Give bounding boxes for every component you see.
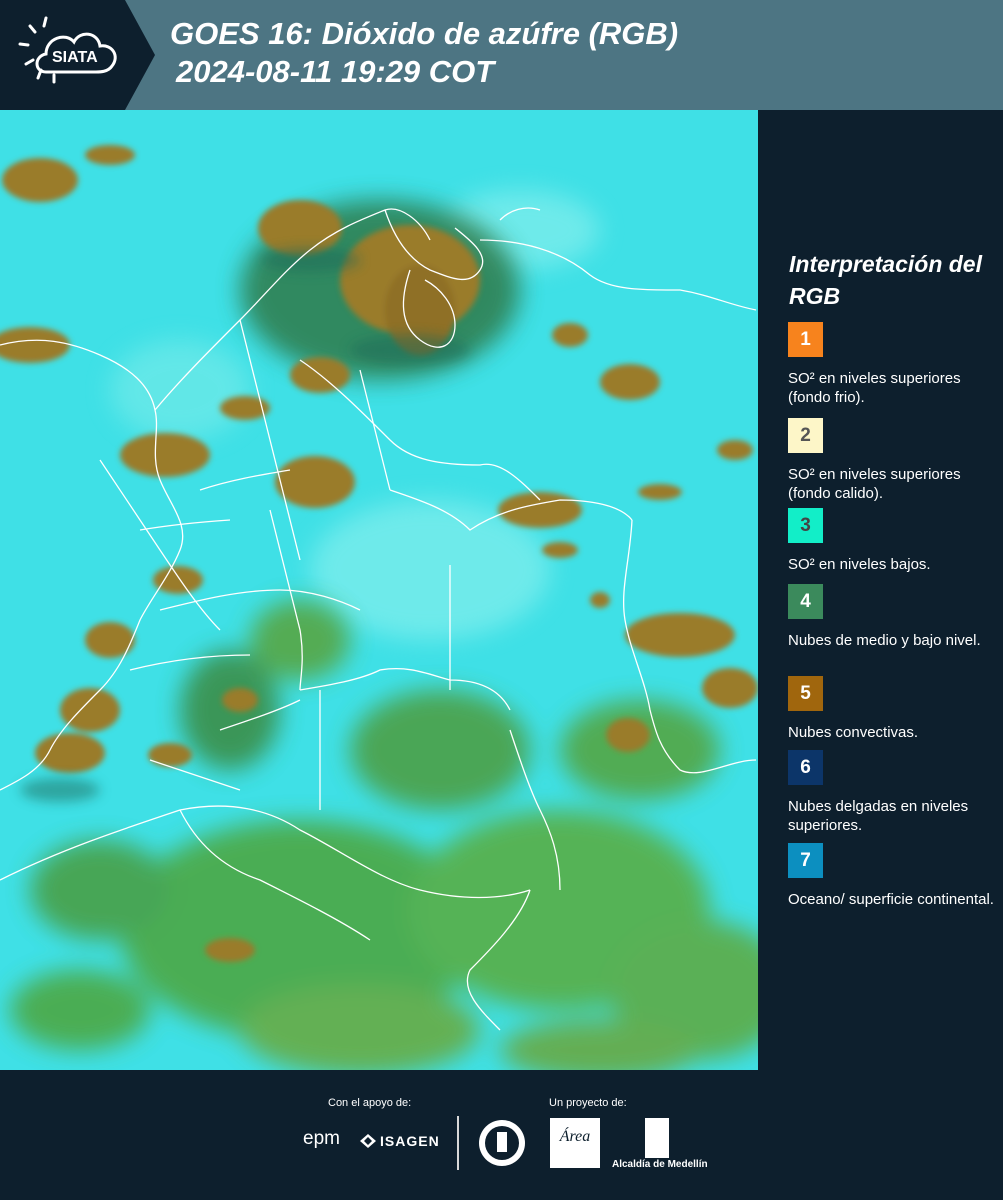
legend-item: 5 Nubes convectivas.	[788, 676, 998, 742]
legend-title: Interpretación del RGB	[789, 251, 982, 309]
support-label: Con el apoyo de:	[328, 1097, 412, 1109]
legend-label: Nubes convectivas.	[788, 724, 919, 741]
page-title: GOES 16: Dióxido de azúfre (RGB)	[170, 16, 679, 51]
university-seal	[477, 1118, 527, 1168]
legend-item: 7 Oceano/ superficie continental.	[788, 843, 998, 909]
siata-logo: SIATA	[0, 0, 155, 110]
isagen-logo: ISAGEN	[380, 1133, 440, 1149]
legend-item: 3 SO² en niveles bajos.	[788, 508, 998, 574]
timestamp: 2024-08-11 19:29 COT	[176, 54, 495, 89]
header: SIATA GOES 16: Dióxido de azúfre (RGB) 2…	[0, 0, 1003, 110]
legend-swatch: 4	[788, 584, 823, 619]
area-metropolitana-logo: Área	[550, 1118, 600, 1168]
legend-panel: Interpretación del RGB 1 SO² en niveles …	[762, 110, 1003, 1070]
isagen-icon	[358, 1132, 378, 1150]
legend-item: 1 SO² en niveles superiores (fondo frio)…	[788, 322, 998, 407]
svg-text:SIATA: SIATA	[52, 49, 98, 66]
legend-label: Nubes de medio y bajo nivel.	[788, 632, 981, 649]
legend-item: 6 Nubes delgadas en niveles superiores.	[788, 750, 998, 835]
footer: Con el apoyo de: Un proyecto de: epm ISA…	[0, 1070, 1003, 1200]
legend-label: Oceano/ superficie continental.	[788, 891, 994, 908]
divider	[457, 1116, 459, 1170]
legend-swatch: 3	[788, 508, 823, 543]
legend-swatch: 2	[788, 418, 823, 453]
satellite-map	[0, 110, 758, 1070]
legend-swatch: 1	[788, 322, 823, 357]
legend-label: SO² en niveles superiores (fondo calido)…	[788, 466, 961, 502]
project-label: Un proyecto de:	[549, 1097, 627, 1109]
legend-label: SO² en niveles bajos.	[788, 556, 931, 573]
legend-swatch: 5	[788, 676, 823, 711]
legend-label: SO² en niveles superiores (fondo frio).	[788, 370, 961, 406]
alcaldia-label: Alcaldía de Medellín	[612, 1159, 708, 1170]
legend-item: 4 Nubes de medio y bajo nivel.	[788, 584, 998, 650]
legend-item: 2 SO² en niveles superiores (fondo calid…	[788, 418, 998, 503]
alcaldia-crest-icon	[645, 1118, 669, 1158]
legend-label: Nubes delgadas en niveles superiores.	[788, 798, 969, 834]
legend-swatch: 7	[788, 843, 823, 878]
legend-swatch: 6	[788, 750, 823, 785]
epm-logo: epm	[303, 1128, 340, 1149]
